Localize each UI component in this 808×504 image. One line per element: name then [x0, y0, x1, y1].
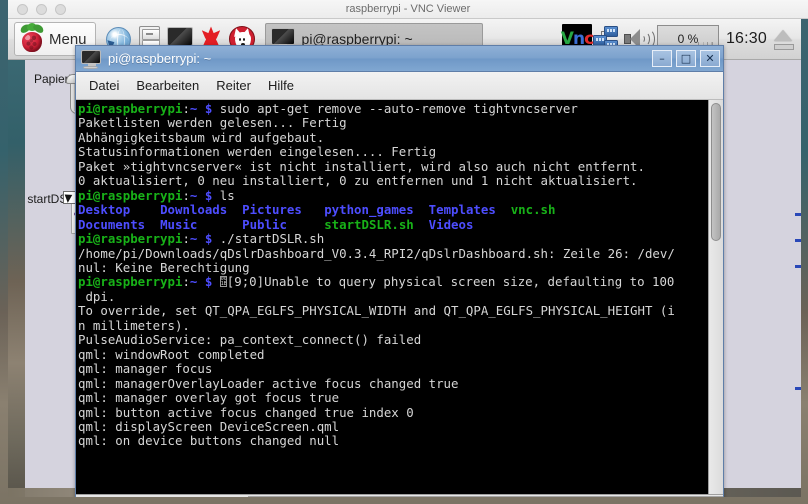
ls-entry-executable: vnc.sh — [510, 202, 556, 218]
monitor-icon — [81, 49, 101, 69]
terminal-command-line: pi@raspberrypi:~ $ sudo apt-get remove -… — [78, 101, 708, 116]
prompt-user-host: pi@raspberrypi — [78, 231, 183, 247]
terminal-output-line: qml: manager overlay got focus true — [78, 390, 340, 406]
terminal-output-line: dpi. — [78, 288, 116, 304]
ls-entry-directory: Documents — [78, 216, 146, 232]
terminal-vertical-scrollbar[interactable] — [708, 100, 723, 494]
terminal-horizontal-scrollbar-thumb[interactable] — [248, 496, 723, 497]
menu-bearbeiten[interactable]: Bearbeiten — [129, 75, 206, 96]
terminal-command-text: ls — [219, 187, 235, 203]
terminal-ls-row: Documents Music Public startDSLR.sh Vide… — [78, 216, 708, 232]
prompt-user-host: pi@raspberrypi — [78, 187, 183, 203]
terminal-titlebar[interactable]: pi@raspberrypi: ~ – □ ✕ — [76, 46, 723, 72]
traffic-light-buttons[interactable] — [17, 3, 66, 15]
terminal-horizontal-scrollbar[interactable] — [76, 494, 723, 497]
terminal-output-line: Paketlisten werden gelesen... Fertig — [78, 115, 347, 131]
prompt-colon: : — [182, 187, 190, 203]
terminal-output-line: n millimeters). — [78, 317, 190, 333]
host-window-title: raspberrypi - VNC Viewer — [345, 3, 471, 15]
host-window-titlebar[interactable]: raspberrypi - VNC Viewer — [8, 0, 808, 19]
terminal-title: pi@raspberrypi: ~ — [108, 51, 212, 66]
terminal-window-controls[interactable]: – □ ✕ — [652, 50, 720, 67]
prompt-colon: : — [182, 274, 190, 290]
background-window-edge[interactable] — [793, 199, 801, 429]
terminal-output-line: PulseAudioService: pa_context_connect() … — [78, 332, 422, 348]
ls-entry-directory: Public — [242, 216, 287, 232]
terminal-command-line: pi@raspberrypi:~ $ ls — [78, 187, 708, 203]
terminal-command-line: pi@raspberrypi:~ $ 00 1B [9;0]Unable to qu… — [78, 275, 708, 289]
ls-entry-directory: Music — [160, 216, 198, 232]
terminal-command-text: [9;0]Unable to query physical screen siz… — [226, 274, 675, 290]
ls-entry-directory: Desktop — [78, 202, 131, 218]
background-window-text-mark — [795, 239, 801, 242]
terminal-output-line: qml: manager focus — [78, 361, 213, 377]
background-window-text-mark — [795, 387, 801, 390]
prompt-colon: : — [182, 101, 190, 116]
terminal-output-line: /home/pi/Downloads/qDslrDashboard_V0.3.4… — [78, 245, 675, 261]
vnc-remote-desktop[interactable]: Papierkorb startDSLR.sh Menu — [8, 19, 801, 497]
background-window-text-mark — [795, 213, 801, 216]
ls-entry-directory: Videos — [428, 216, 474, 232]
menu-reiter[interactable]: Reiter — [209, 75, 258, 96]
terminal-output-line: qml: button active focus changed true in… — [78, 404, 414, 420]
prompt-colon: : — [182, 231, 190, 247]
eject-icon[interactable] — [771, 27, 795, 51]
ls-entry-directory: Templates — [428, 202, 496, 218]
terminal-output-line: nul: Keine Berechtigung — [78, 259, 250, 275]
terminal-output-line: Paket »tightvncserver« ist nicht install… — [78, 158, 645, 174]
terminal-minimize-button[interactable]: – — [652, 50, 672, 67]
raspberry-logo-icon — [18, 22, 46, 53]
terminal-output-line: qml: on device buttons changed null — [78, 433, 340, 449]
terminal-screen[interactable]: pi@raspberrypi:~ $ sudo apt-get remove -… — [76, 100, 708, 494]
ls-entry-directory: Pictures — [242, 202, 302, 218]
terminal-output-line: 0 aktualisiert, 0 neu installiert, 0 zu … — [78, 173, 638, 189]
terminal-output-line: qml: displayScreen DeviceScreen.qml — [78, 418, 340, 434]
terminal-body[interactable]: pi@raspberrypi:~ $ sudo apt-get remove -… — [76, 100, 723, 494]
escape-control-character-glyph: 00 1B — [219, 276, 227, 288]
vnc-viewer-host-window: raspberrypi - VNC Viewer Papierkorb star… — [0, 0, 808, 504]
menu-datei[interactable]: Datei — [82, 75, 126, 96]
terminal-output-line: qml: windowRoot completed — [78, 346, 265, 362]
ls-entry-directory: python_games — [324, 202, 414, 218]
terminal-command-text: ./startDSLR.sh — [219, 231, 325, 247]
ls-entry-executable: startDSLR.sh — [324, 216, 414, 232]
clock[interactable]: 16:30 — [724, 30, 771, 48]
terminal-output-line: To override, set QT_QPA_EGLFS_PHYSICAL_W… — [78, 303, 675, 319]
minimize-button[interactable] — [36, 3, 47, 15]
close-button[interactable] — [17, 3, 28, 15]
terminal-command-text: sudo apt-get remove --auto-remove tightv… — [219, 101, 578, 116]
ls-entry-directory: Downloads — [160, 202, 228, 218]
terminal-window[interactable]: pi@raspberrypi: ~ – □ ✕ Datei Bearbeiten… — [75, 45, 724, 497]
terminal-vertical-scrollbar-thumb[interactable] — [711, 103, 721, 241]
prompt-user-host: pi@raspberrypi — [78, 274, 183, 290]
terminal-menubar[interactable]: Datei Bearbeiten Reiter Hilfe — [76, 72, 723, 100]
terminal-maximize-button[interactable]: □ — [676, 50, 696, 67]
background-window-text-mark — [795, 265, 801, 268]
terminal-ls-row: Desktop Downloads Pictures python_games … — [78, 202, 708, 218]
menu-hilfe[interactable]: Hilfe — [261, 75, 301, 96]
prompt-user-host: pi@raspberrypi — [78, 101, 183, 116]
cpu-usage-label: 0 % — [677, 32, 699, 46]
zoom-button[interactable] — [55, 3, 66, 15]
terminal-output: pi@raspberrypi:~ $ sudo apt-get remove -… — [78, 101, 708, 449]
terminal-command-line: pi@raspberrypi:~ $ ./startDSLR.sh — [78, 231, 708, 247]
terminal-output-line: Statusinformationen werden eingelesen...… — [78, 144, 437, 160]
terminal-output-line: qml: managerOverlayLoader active focus c… — [78, 375, 459, 391]
terminal-output-line: Abhängigkeitsbaum wird aufgebaut. — [78, 129, 325, 145]
terminal-close-button[interactable]: ✕ — [700, 50, 720, 67]
